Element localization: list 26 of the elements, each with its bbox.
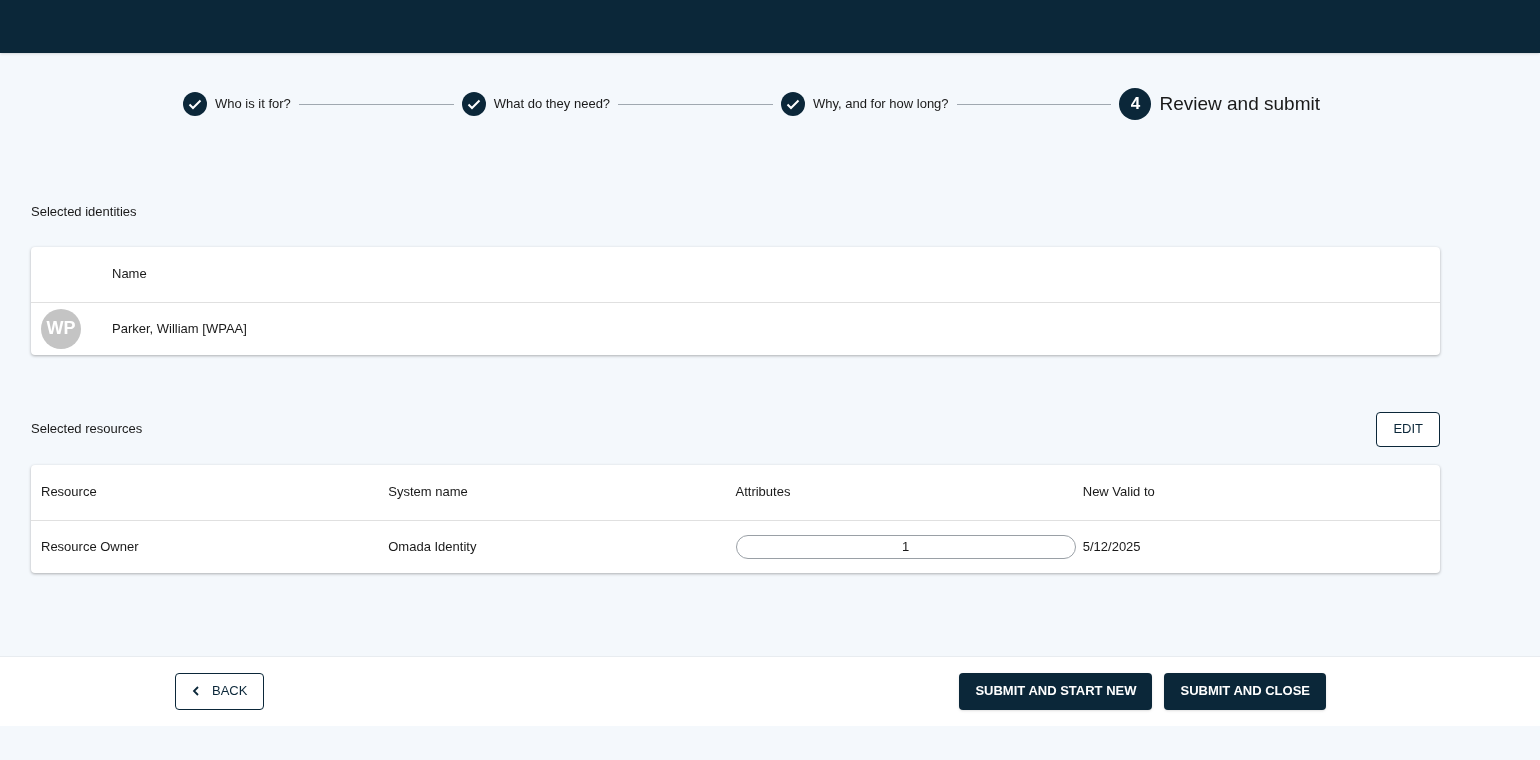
section-title: Selected identities (31, 203, 137, 221)
back-button[interactable]: BACK (175, 672, 265, 710)
step-label: Review and submit (1159, 91, 1320, 116)
submit-and-start-new-button[interactable]: SUBMIT AND START NEW (959, 672, 1153, 710)
avatar: WP (41, 308, 81, 349)
step-label: Why, and for how long? (812, 95, 949, 114)
column-header: New Valid to (1082, 483, 1155, 502)
attributes-count-button[interactable]: 1 (735, 534, 1076, 559)
submit-and-close-button[interactable]: SUBMIT AND CLOSE (1164, 672, 1326, 710)
check-icon (780, 92, 805, 116)
check-icon (183, 92, 207, 116)
column-header: Resource (41, 483, 97, 502)
column-header: System name (388, 483, 468, 502)
table-cell-text: Resource Owner (41, 537, 139, 556)
step-number: 4 (1119, 88, 1152, 120)
step-label: What do they need? (493, 95, 611, 114)
edit-button[interactable]: EDIT (1376, 411, 1440, 447)
check-icon (461, 92, 486, 116)
column-header: Attributes (735, 483, 791, 502)
column-header: Name (112, 265, 147, 284)
table-cell-text: Omada Identity (388, 537, 477, 556)
section-title: Selected resources (31, 420, 143, 439)
table-cell-text: Parker, William [WPAA] (112, 319, 247, 338)
table-cell-text: 5/12/2025 (1082, 537, 1141, 556)
chevron-left-icon (192, 686, 200, 696)
step-label: Who is it for? (215, 95, 291, 114)
